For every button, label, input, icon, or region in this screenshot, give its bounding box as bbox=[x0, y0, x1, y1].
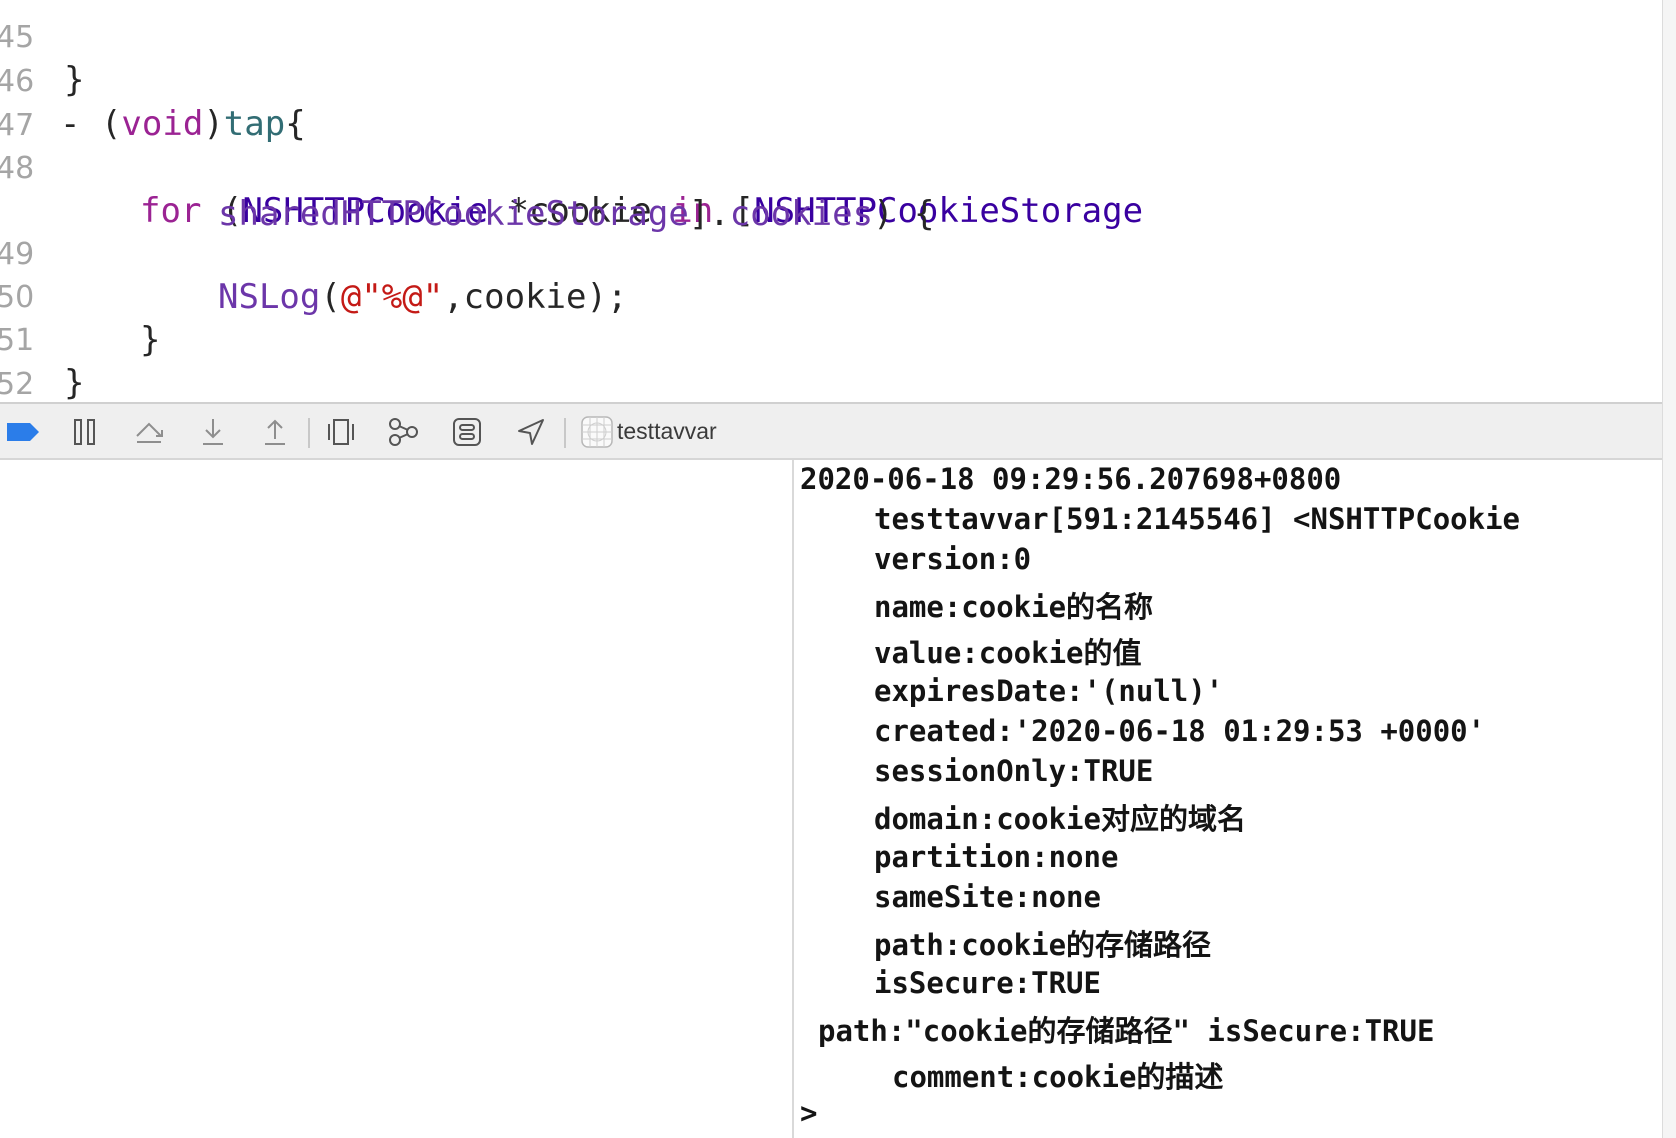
code-text: sharedHTTPCookieStorage].cookies) { bbox=[218, 194, 935, 234]
code-line: 51 } bbox=[0, 283, 84, 402]
breakpoint-toggle-icon[interactable] bbox=[4, 413, 42, 451]
console-line: name:cookie的名称 bbox=[874, 590, 1154, 624]
console-line: isSecure:TRUE bbox=[874, 966, 1101, 1000]
console-line: partition:none bbox=[874, 840, 1119, 874]
code-line-wrapped: sharedHTTPCookieStorage].cookies) { bbox=[0, 154, 934, 234]
console-line: path:cookie的存储路径 bbox=[874, 928, 1212, 962]
code-line: 50 } bbox=[0, 240, 160, 360]
console-line: sessionOnly:TRUE bbox=[874, 754, 1154, 788]
console-line: created:'2020-06-18 01:29:53 +0000' bbox=[874, 714, 1486, 748]
code-line: 48 for (NSHTTPCookie *cookie in [NSHTTPC… bbox=[0, 111, 1143, 231]
console-line: domain:cookie对应的域名 bbox=[874, 802, 1246, 836]
code-line: 45 } bbox=[0, 0, 84, 100]
target-app-label[interactable]: testtavvar bbox=[617, 418, 717, 445]
code-text: } bbox=[140, 320, 161, 360]
step-into-icon[interactable] bbox=[194, 413, 232, 451]
console-prompt[interactable]: > bbox=[800, 1096, 817, 1130]
editor-scrollbar[interactable] bbox=[1662, 0, 1676, 1138]
memory-graph-icon[interactable] bbox=[384, 413, 422, 451]
code-text: - (void)tap{ bbox=[60, 104, 306, 144]
console-line: sameSite:none bbox=[874, 880, 1101, 914]
code-line: 46 - (void)tap{ bbox=[0, 24, 306, 144]
step-over-icon[interactable] bbox=[130, 413, 168, 451]
toolbar-separator bbox=[308, 418, 310, 448]
variables-view[interactable] bbox=[0, 460, 792, 1138]
line-number: 52 bbox=[0, 367, 35, 402]
app-target-icon[interactable] bbox=[578, 413, 616, 451]
console-line: testtavvar[591:2145546] <NSHTTPCookie bbox=[874, 502, 1521, 536]
console-line: path:"cookie的存储路径" isSecure:TRUE bbox=[818, 1014, 1435, 1048]
environment-overrides-icon[interactable] bbox=[448, 413, 486, 451]
console-line: version:0 bbox=[874, 542, 1032, 576]
code-line: 47 bbox=[0, 68, 82, 143]
console-output[interactable]: 2020-06-18 09:29:56.207698+0800 testtavv… bbox=[794, 460, 1662, 1138]
code-text: NSLog(@"%@",cookie); bbox=[218, 277, 628, 317]
console-line: value:cookie的值 bbox=[874, 636, 1142, 670]
console-line: 2020-06-18 09:29:56.207698+0800 bbox=[800, 462, 1342, 496]
code-editor[interactable]: 45 } 46 - (void)tap{ 47 48 for (NSHTTPCo… bbox=[0, 0, 1662, 402]
view-hierarchy-icon[interactable] bbox=[322, 413, 360, 451]
console-line: expiresDate:'(null)' bbox=[874, 674, 1224, 708]
simulate-location-icon[interactable] bbox=[512, 413, 550, 451]
code-line: 52 bbox=[0, 327, 82, 402]
code-line: 49 NSLog(@"%@",cookie); bbox=[0, 197, 627, 317]
pause-continue-icon[interactable] bbox=[66, 413, 104, 451]
console-line: comment:cookie的描述 bbox=[892, 1060, 1224, 1094]
toolbar-separator bbox=[564, 418, 566, 448]
step-out-icon[interactable] bbox=[256, 413, 294, 451]
debug-bar: testtavvar bbox=[0, 402, 1662, 460]
